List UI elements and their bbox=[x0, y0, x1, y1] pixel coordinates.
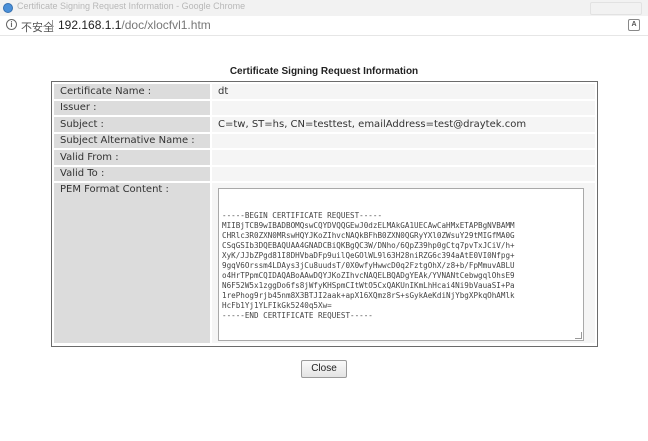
resize-grip-icon[interactable] bbox=[575, 332, 582, 339]
pem-text: -----BEGIN CERTIFICATE REQUEST----- MIIB… bbox=[222, 211, 515, 320]
valid-from-label: Valid From : bbox=[54, 150, 210, 165]
window-controls[interactable] bbox=[590, 2, 642, 15]
address-bar[interactable]: i 不安全 192.168.1.1/doc/xlocfvl1.htm A bbox=[0, 16, 648, 36]
row-valid-to: Valid To : bbox=[54, 167, 595, 181]
row-subject: Subject : C=tw, ST=hs, CN=testtest, emai… bbox=[54, 117, 595, 132]
subject-label: Subject : bbox=[54, 117, 210, 132]
subject-value: C=tw, ST=hs, CN=testtest, emailAddress=t… bbox=[212, 117, 595, 132]
certificate-name-value: dt bbox=[212, 84, 595, 99]
info-icon[interactable]: i bbox=[6, 19, 17, 30]
subject-alt-name-label: Subject Alternative Name : bbox=[54, 134, 210, 148]
row-pem-content: PEM Format Content : -----BEGIN CERTIFIC… bbox=[54, 183, 595, 343]
valid-from-value bbox=[212, 150, 595, 165]
security-label[interactable]: 不安全 bbox=[21, 19, 54, 35]
row-valid-from: Valid From : bbox=[54, 150, 595, 165]
subject-alt-name-value bbox=[212, 134, 595, 148]
certificate-name-label: Certificate Name : bbox=[54, 84, 210, 99]
pem-content-cell: -----BEGIN CERTIFICATE REQUEST----- MIIB… bbox=[212, 183, 595, 343]
close-button[interactable]: Close bbox=[301, 360, 347, 378]
valid-to-label: Valid To : bbox=[54, 167, 210, 181]
translate-icon[interactable]: A bbox=[628, 19, 640, 31]
url-host: 192.168.1.1 bbox=[58, 18, 122, 32]
pem-content-label: PEM Format Content : bbox=[54, 183, 210, 343]
page-title: Certificate Signing Request Information bbox=[229, 66, 419, 77]
divider bbox=[52, 20, 53, 31]
window-title: Certificate Signing Request Information … bbox=[17, 1, 246, 11]
window-titlebar: Certificate Signing Request Information … bbox=[0, 0, 648, 16]
row-certificate-name: Certificate Name : dt bbox=[54, 84, 595, 99]
valid-to-value bbox=[212, 167, 595, 181]
url-path: /doc/xlocfvl1.htm bbox=[121, 18, 211, 32]
pem-textarea[interactable]: -----BEGIN CERTIFICATE REQUEST----- MIIB… bbox=[218, 188, 584, 341]
issuer-value bbox=[212, 101, 595, 115]
url-text[interactable]: 192.168.1.1/doc/xlocfvl1.htm bbox=[58, 18, 211, 32]
chrome-icon bbox=[3, 3, 13, 13]
row-subject-alt-name: Subject Alternative Name : bbox=[54, 134, 595, 148]
row-issuer: Issuer : bbox=[54, 101, 595, 115]
issuer-label: Issuer : bbox=[54, 101, 210, 115]
csr-info-table: Certificate Name : dt Issuer : Subject :… bbox=[51, 81, 598, 347]
